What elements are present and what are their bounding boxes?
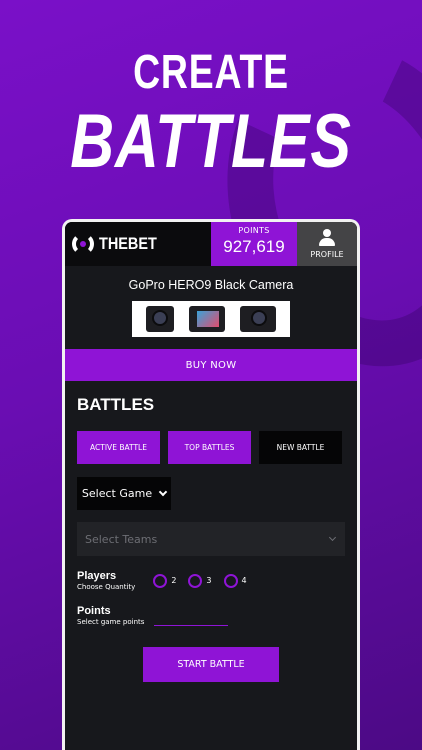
hero-line-battles: BATTLES bbox=[70, 99, 352, 184]
player-option-label: 3 bbox=[206, 576, 212, 585]
players-sublabel: Choose Quantity bbox=[77, 583, 136, 591]
start-battle-button[interactable]: START BATTLE bbox=[143, 647, 279, 682]
battle-tabs: ACTIVE BATTLE TOP BATTLES NEW BATTLE bbox=[77, 431, 357, 464]
camera-screen-image bbox=[188, 306, 225, 332]
profile-label: PROFILE bbox=[310, 250, 344, 259]
chevron-down-icon bbox=[328, 533, 337, 542]
hero-line-create: CREATE bbox=[133, 46, 289, 99]
tab-top-battles[interactable]: TOP BATTLES bbox=[168, 431, 251, 464]
player-option-3[interactable]: 3 bbox=[188, 573, 212, 588]
profile-button[interactable]: PROFILE bbox=[297, 222, 357, 266]
radio-circle bbox=[188, 573, 203, 588]
camera-front-image bbox=[240, 306, 277, 332]
players-label-group: Players Choose Quantity bbox=[77, 570, 135, 591]
points-row: Points Select game points bbox=[77, 605, 357, 626]
players-row: Players Choose Quantity 2 3 4 bbox=[77, 570, 357, 591]
profile-icon bbox=[319, 229, 335, 247]
radio-circle bbox=[223, 573, 238, 588]
select-teams-placeholder: Select Teams bbox=[85, 532, 158, 546]
section-title-battles: BATTLES bbox=[77, 395, 155, 414]
points-display: POINTS 927,619 bbox=[211, 222, 297, 266]
radio-circle bbox=[153, 573, 168, 588]
select-game-dropdown[interactable]: Select Game bbox=[77, 477, 171, 510]
player-option-label: 2 bbox=[171, 576, 177, 585]
hero-headline: CREATE BATTLES bbox=[0, 44, 422, 182]
thebet-logo-icon bbox=[72, 233, 94, 255]
select-teams-dropdown[interactable]: Select Teams bbox=[77, 522, 345, 556]
product-image[interactable] bbox=[132, 301, 290, 337]
brand[interactable]: THEBET bbox=[65, 222, 211, 266]
phone-screen: THEBET POINTS 927,619 PROFILE GoPro HERO… bbox=[62, 219, 360, 750]
camera-mount-image bbox=[145, 306, 174, 332]
player-option-label: 4 bbox=[241, 576, 247, 585]
tab-new-battle[interactable]: NEW BATTLE bbox=[259, 431, 342, 464]
points-label: POINTS bbox=[238, 226, 270, 235]
tab-active-battle[interactable]: ACTIVE BATTLE bbox=[77, 431, 160, 464]
points-field-label: Points bbox=[77, 605, 111, 617]
points-input[interactable] bbox=[154, 608, 229, 626]
product-title: GoPro HERO9 Black Camera bbox=[128, 278, 294, 292]
select-game-label: Select Game bbox=[81, 487, 153, 500]
player-option-4[interactable]: 4 bbox=[223, 573, 247, 588]
chevron-down-icon bbox=[158, 487, 168, 497]
players-label: Players bbox=[77, 570, 117, 582]
points-label-group: Points Select game points bbox=[77, 605, 144, 626]
brand-name: THEBET bbox=[99, 234, 157, 253]
buy-now-button[interactable]: BUY NOW bbox=[65, 349, 357, 381]
points-field-sublabel: Select game points bbox=[77, 618, 145, 626]
player-quantity-options: 2 3 4 bbox=[153, 573, 247, 588]
player-option-2[interactable]: 2 bbox=[153, 573, 177, 588]
top-bar: THEBET POINTS 927,619 PROFILE bbox=[65, 222, 357, 266]
points-value: 927,619 bbox=[223, 237, 285, 256]
